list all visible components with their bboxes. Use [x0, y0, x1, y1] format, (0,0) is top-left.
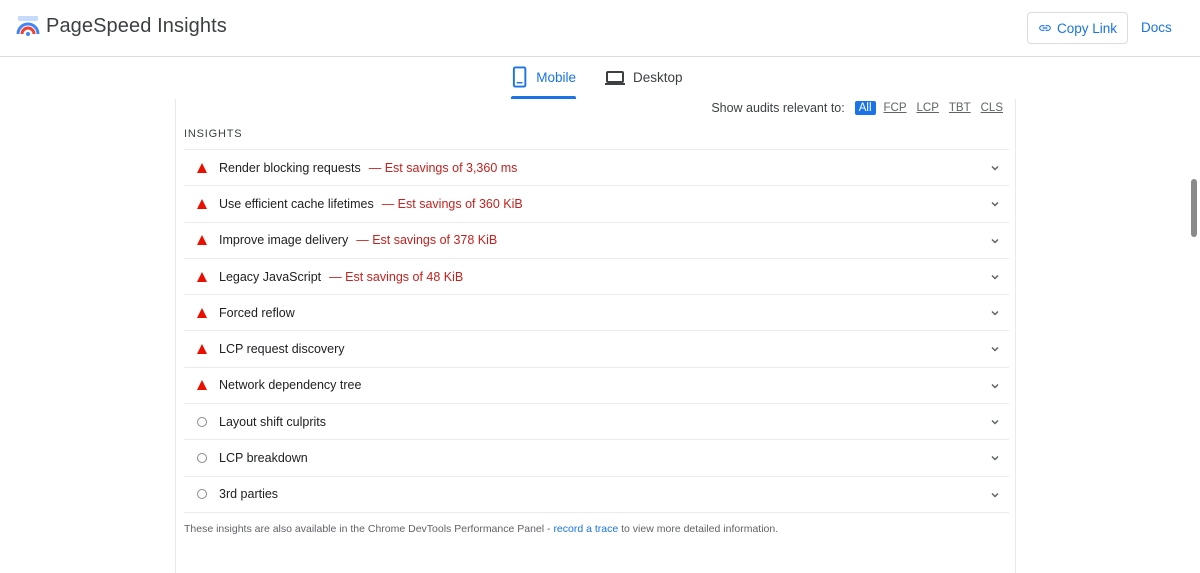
copy-link-label: Copy Link [1056, 20, 1118, 36]
record-trace-link[interactable]: record a trace [553, 523, 618, 535]
fail-triangle-icon [196, 380, 207, 391]
info-circle-icon [196, 453, 207, 464]
insight-title: Improve image delivery [219, 233, 349, 248]
chevron-down-icon [991, 492, 999, 498]
mobile-phone-icon [512, 66, 527, 88]
tab-desktop-label: Desktop [633, 70, 683, 85]
filter-chip-fcp[interactable]: FCP [882, 101, 909, 115]
fail-triangle-icon [196, 162, 207, 173]
insight-title: Layout shift culprits [219, 414, 326, 429]
device-tabs: Mobile Desktop [0, 57, 1200, 99]
insight-row[interactable]: Forced reflow [184, 295, 1009, 332]
copy-link-button[interactable]: Copy Link [1027, 12, 1128, 44]
app-title: PageSpeed Insights [46, 15, 227, 37]
top-bar: PageSpeed Insights Copy Link Docs [0, 0, 1200, 57]
filter-chip-lcp[interactable]: LCP [915, 101, 941, 115]
insight-row[interactable]: Legacy JavaScript — Est savings of 48 Ki… [184, 259, 1009, 296]
insight-row[interactable]: Use efficient cache lifetimes — Est savi… [184, 186, 1009, 223]
insight-title: Forced reflow [219, 305, 295, 320]
insight-title: Render blocking requests [219, 160, 361, 175]
laptop-icon [605, 71, 625, 85]
fail-triangle-icon [196, 307, 207, 318]
chevron-down-icon [991, 165, 999, 171]
insight-row[interactable]: LCP breakdown [184, 440, 1009, 477]
audit-filter-label: Show audits relevant to: [711, 101, 845, 115]
insight-savings: — Est savings of 3,360 ms [368, 160, 518, 175]
insights-panel: Show audits relevant to: All FCP LCP TBT… [175, 99, 1016, 573]
page-scrollbar[interactable] [1188, 57, 1200, 573]
chevron-down-icon [991, 311, 999, 316]
scrollbar-thumb[interactable] [1191, 179, 1197, 237]
chevron-down-icon [991, 347, 999, 353]
insight-row[interactable]: Improve image delivery — Est savings of … [184, 223, 1009, 259]
insight-title: LCP breakdown [219, 451, 308, 466]
fail-triangle-icon [196, 235, 207, 246]
filter-chip-cls[interactable]: CLS [979, 101, 1005, 115]
insights-footnote: These insights are also available in the… [184, 523, 778, 535]
insight-row[interactable]: Network dependency tree [184, 368, 1009, 405]
filter-chip-tbt[interactable]: TBT [947, 101, 973, 115]
info-circle-icon [196, 489, 207, 500]
insights-list: Render blocking requests — Est savings o… [184, 149, 1009, 513]
chevron-down-icon [991, 383, 999, 389]
section-title: INSIGHTS [184, 128, 243, 140]
insight-savings: — Est savings of 360 KiB [381, 196, 523, 211]
chevron-down-icon [991, 420, 999, 425]
chevron-down-icon [991, 238, 999, 244]
insight-title: Network dependency tree [219, 378, 362, 393]
insight-title: Legacy JavaScript [219, 269, 322, 284]
insight-row[interactable]: Layout shift culprits [184, 404, 1009, 441]
footnote-text-before: These insights are also available in the… [184, 523, 554, 535]
tab-mobile-label: Mobile [536, 70, 576, 85]
audit-filter: Show audits relevant to: All FCP LCP TBT… [711, 101, 1005, 115]
docs-link[interactable]: Docs [1141, 20, 1172, 35]
insight-title: LCP request discovery [219, 342, 345, 357]
filter-chip-all[interactable]: All [854, 101, 876, 115]
insight-row[interactable]: 3rd parties [184, 477, 1009, 513]
fail-triangle-icon [196, 198, 207, 209]
tab-mobile[interactable]: Mobile [511, 65, 576, 99]
insight-savings: — Est savings of 378 KiB [356, 233, 498, 248]
tab-desktop[interactable]: Desktop [605, 65, 683, 99]
insight-title: 3rd parties [219, 487, 279, 502]
fail-triangle-icon [196, 271, 207, 282]
link-icon [1039, 25, 1051, 31]
insight-row[interactable]: LCP request discovery [184, 331, 1009, 368]
info-circle-icon [196, 416, 207, 427]
pagespeed-logo-icon [16, 16, 40, 36]
insight-title: Use efficient cache lifetimes [219, 196, 374, 211]
chevron-down-icon [991, 274, 999, 280]
chevron-down-icon [991, 202, 999, 207]
insight-savings: — Est savings of 48 KiB [329, 269, 464, 284]
fail-triangle-icon [196, 344, 207, 355]
footnote-text-after: to view more detailed information. [618, 523, 779, 535]
insight-row[interactable]: Render blocking requests — Est savings o… [184, 150, 1009, 187]
chevron-down-icon [991, 456, 999, 461]
